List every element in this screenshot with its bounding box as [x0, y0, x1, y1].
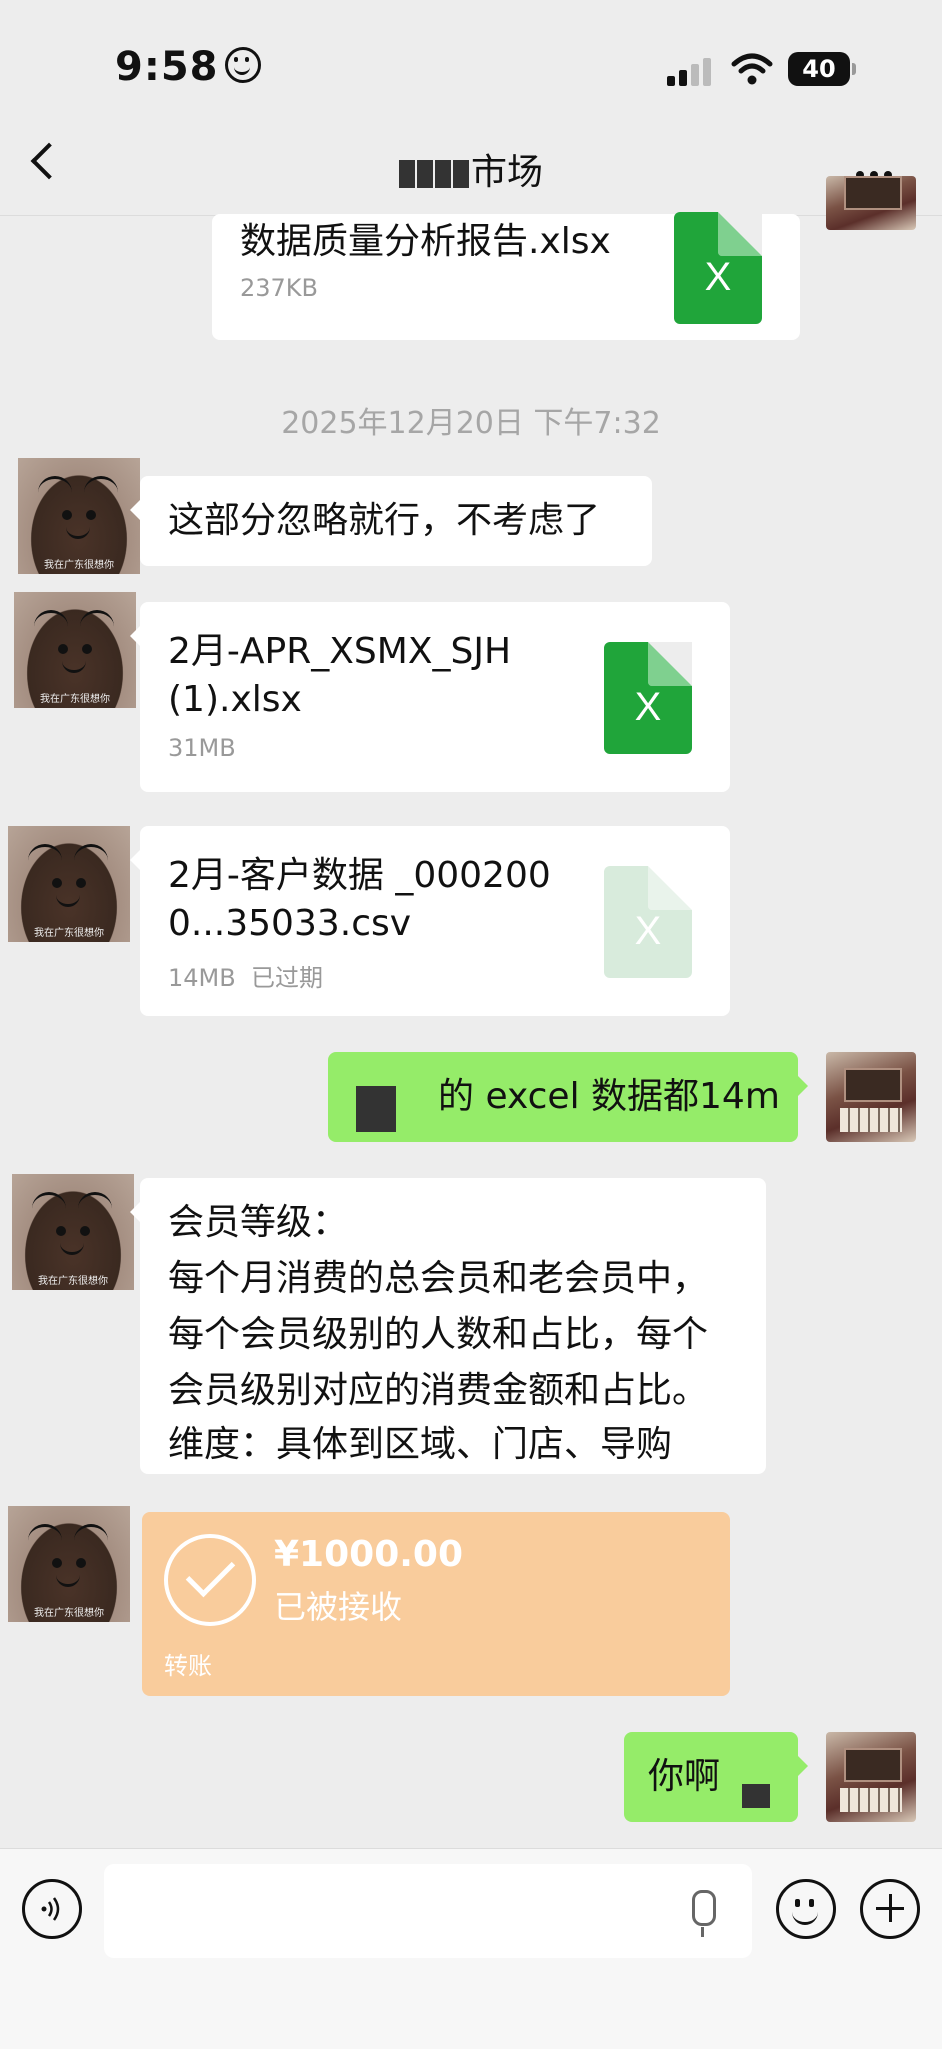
redaction-mask	[742, 1784, 770, 1808]
expired-label: 已过期	[250, 964, 323, 992]
transfer-amount: ¥1000.00	[274, 1534, 464, 1575]
message-text: 这部分忽略就行，不考虑了	[168, 500, 601, 541]
contact-avatar[interactable]: 我在广东很想你	[8, 1506, 130, 1622]
excel-file-icon: X	[604, 866, 692, 978]
file-size: 14MB 已过期	[168, 964, 323, 992]
sent-message-last[interactable]: 你啊	[624, 1732, 808, 1822]
my-avatar[interactable]	[826, 1052, 916, 1142]
file-message-customer-data[interactable]: 2月-客户数据 _0002000...35033.csv 14MB 已过期 X	[130, 826, 730, 1016]
status-time: 9:58	[115, 44, 261, 90]
transfer-label: 转账	[164, 1652, 212, 1680]
message-timestamp: 2025年12月20日 下午7:32	[281, 406, 661, 441]
sent-message-excel[interactable]: 的 excel 数据都14m	[328, 1052, 808, 1142]
wifi-icon	[731, 53, 773, 85]
file-size: 31MB	[168, 734, 236, 762]
message-line: 维度：具体到区域、门店、导购	[168, 1424, 673, 1465]
file-name: 2月-客户数据 _0002000...35033.csv	[168, 855, 551, 944]
battery-icon: 40	[788, 52, 856, 86]
smiley-icon	[224, 47, 261, 83]
transfer-card[interactable]: ¥1000.00 已被接收 转账	[142, 1512, 730, 1696]
my-avatar[interactable]	[826, 176, 916, 230]
contact-avatar[interactable]: 我在广东很想你	[14, 592, 136, 708]
contact-avatar[interactable]: 我在广东很想你	[8, 826, 130, 942]
message-text: 的 excel 数据都14m	[438, 1076, 780, 1117]
contact-avatar[interactable]: 我在广东很想你	[12, 1174, 134, 1290]
voice-icon[interactable]	[22, 1879, 82, 1939]
my-avatar[interactable]	[826, 1732, 916, 1822]
chat-title: 市场	[300, 143, 642, 195]
microphone-icon[interactable]	[692, 1890, 716, 1937]
plus-icon[interactable]	[860, 1879, 920, 1939]
message-line: 会员等级：	[168, 1202, 349, 1243]
file-message-apr[interactable]: 2月-APR_XSMX_SJH (1).xlsx 31MB X	[130, 602, 730, 792]
check-circle-icon	[164, 1534, 256, 1626]
redaction-mask	[416, 160, 433, 188]
excel-file-icon: X	[604, 642, 692, 754]
file-name: 数据质量分析报告.xlsx	[240, 221, 611, 262]
file-message-quality-report[interactable]: 数据质量分析报告.xlsx 237KB X	[212, 212, 800, 340]
redaction-mask	[452, 160, 469, 188]
text-message-member-levels[interactable]: 会员等级： 每个月消费的总会员和老会员中， 每个会员级别的人数和占比，每个 会员…	[130, 1178, 766, 1474]
redaction-mask	[398, 160, 415, 188]
transfer-status: 已被接收	[274, 1588, 403, 1626]
file-name: 2月-APR_XSMX_SJH (1).xlsx	[168, 631, 512, 720]
message-input[interactable]	[104, 1864, 752, 1958]
emoji-icon[interactable]	[776, 1879, 836, 1939]
contact-avatar[interactable]: 我在广东很想你	[18, 458, 140, 574]
text-message-ignore[interactable]: 这部分忽略就行，不考虑了	[130, 476, 652, 566]
message-line: 每个会员级别的人数和占比，每个	[168, 1314, 709, 1355]
message-line: 会员级别对应的消费金额和占比。	[168, 1370, 709, 1411]
excel-file-icon: X	[674, 212, 762, 324]
redaction-mask	[434, 160, 451, 188]
message-text: 你啊	[648, 1756, 721, 1797]
redaction-mask	[356, 1086, 396, 1132]
file-size: 237KB	[240, 274, 319, 302]
cellular-signal-icon	[667, 56, 713, 86]
message-line: 每个月消费的总会员和老会员中，	[168, 1258, 709, 1299]
